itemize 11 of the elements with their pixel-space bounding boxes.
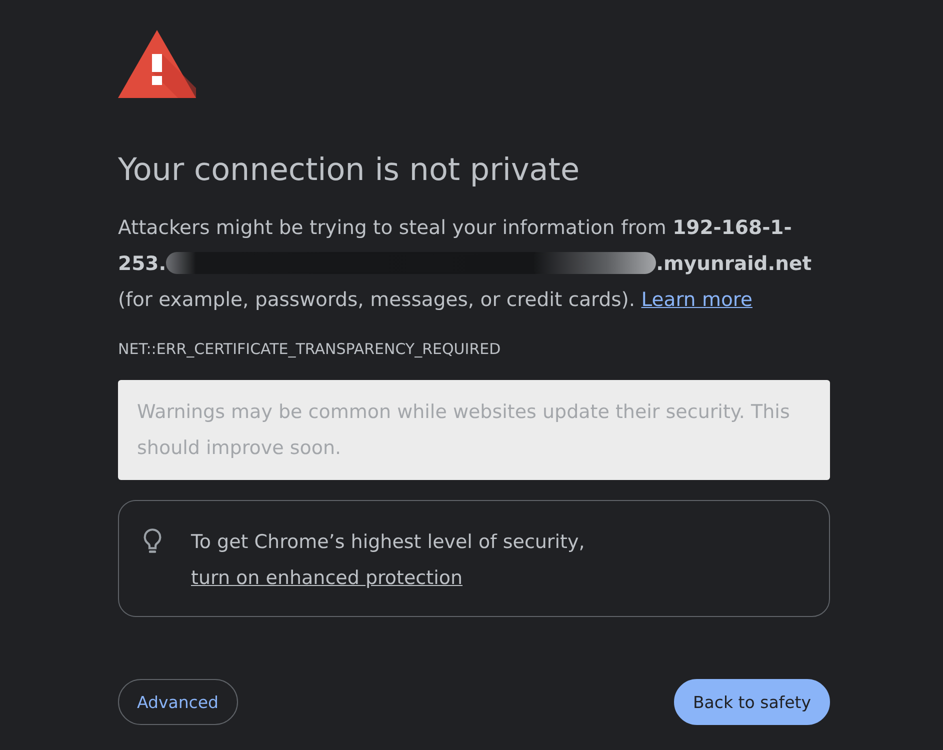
protection-tip-text: To get Chrome’s highest level of security, turn on enhanced protection [191,530,586,591]
enhanced-protection-link[interactable]: turn on enhanced protection [191,567,463,589]
warning-message: Attackers might be trying to steal your information from 192-168-1-253. .myunraid.net (for example, passwords, messages, or credit cards). Learn more [118,215,813,313]
lightbulb-icon [143,528,162,555]
warning-triangle-icon [118,30,196,98]
notice-box: Warnings may be common while websites update their security. This should improve soon. [118,380,830,480]
back-to-safety-button[interactable]: Back to safety [674,679,830,725]
learn-more-link[interactable]: Learn more [641,288,752,311]
advanced-button[interactable]: Advanced [118,679,238,725]
page-heading: Your connection is not private [118,151,580,190]
error-code: NET::ERR_CERTIFICATE_TRANSPARENCY_REQUIRED [118,339,501,359]
